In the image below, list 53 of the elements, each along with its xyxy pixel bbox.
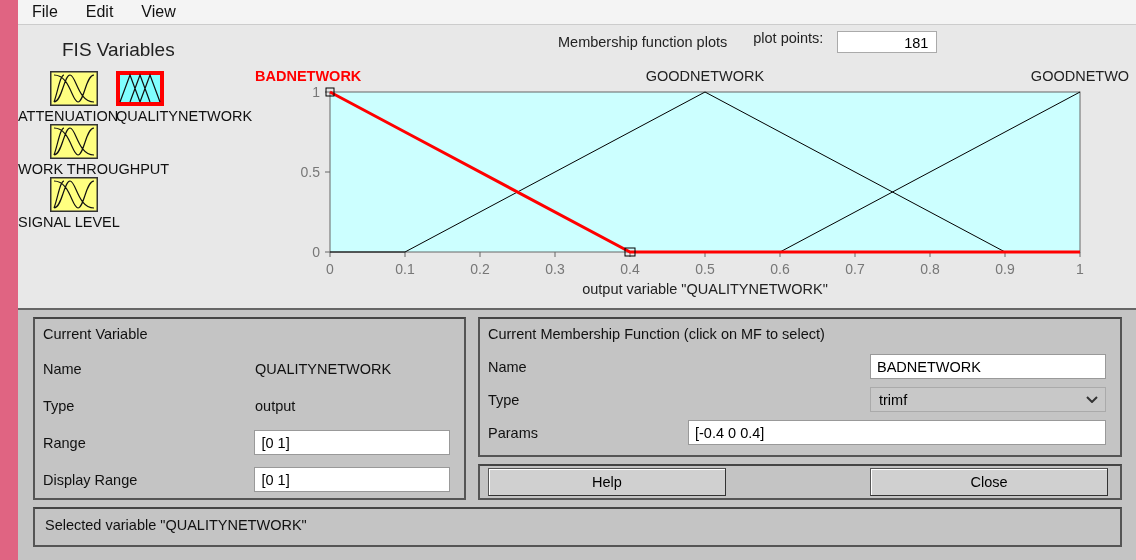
menu-item[interactable]: View [141, 3, 176, 21]
input-field[interactable]: BADNETWORK [870, 354, 1106, 379]
variable-label: QUALITYNETWORK [116, 108, 253, 124]
variable-label: WORK THROUGHPUT [18, 161, 170, 177]
y-tick-label: 0.5 [300, 164, 320, 180]
input-field[interactable]: [-0.4 0 0.4] [688, 420, 1106, 445]
x-axis-label: output variable "QUALITYNETWORK" [582, 281, 828, 297]
field-label: Name [488, 358, 528, 375]
plot-title: Membership function plots [558, 34, 728, 50]
field-label: Range [43, 434, 87, 451]
membership-label: GOODNETWO [1030, 68, 1130, 84]
menu-item[interactable]: File [32, 3, 58, 21]
group-title: Current Membership Function (click on MF to select) [488, 326, 825, 342]
y-tick-label: 0 [312, 244, 320, 260]
variable-icon[interactable] [50, 177, 98, 212]
group-title: Current Variable [43, 326, 148, 342]
input-field[interactable]: [0 1] [254, 430, 450, 455]
membership-curve[interactable] [779, 91, 1081, 253]
type-dropdown[interactable]: trimf [870, 387, 1106, 412]
field-label: Display Range [43, 471, 139, 488]
panel-title: FIS Variables [62, 39, 175, 61]
input-field[interactable]: [0 1] [254, 467, 450, 492]
y-tick-label: 1 [312, 84, 320, 100]
field-label: Type [488, 391, 521, 408]
x-tick-label: 0 [326, 261, 334, 277]
x-tick-label: 0.1 [395, 261, 415, 277]
x-tick-label: 0.7 [845, 261, 865, 277]
field-label: Params [488, 424, 539, 441]
x-tick-label: 0.4 [620, 261, 640, 277]
x-tick-label: 0.5 [695, 261, 715, 277]
field-label: Name [43, 360, 83, 377]
field-value: QUALITYNETWORK [255, 360, 392, 377]
selected-variable-icon[interactable] [116, 71, 164, 106]
status-text: Selected variable "QUALITYNETWORK" [45, 517, 307, 533]
membership-label: BADNETWORK [255, 68, 362, 84]
dialog-button[interactable]: Close [870, 468, 1108, 496]
field-label: Type [43, 397, 76, 414]
chevron-down-icon [1086, 396, 1098, 403]
menu-item[interactable]: Edit [85, 3, 114, 21]
x-tick-label: 0.2 [470, 261, 490, 277]
dialog-button[interactable]: Help [488, 468, 726, 496]
x-tick-label: 0.9 [995, 261, 1015, 277]
variable-icon[interactable] [50, 71, 98, 106]
membership-label: GOODNETWORK [645, 68, 765, 84]
plot-points-label: plot points: [753, 30, 824, 46]
field-value: output [255, 397, 296, 414]
variable-icon[interactable] [50, 124, 98, 159]
x-tick-label: 0.3 [545, 261, 565, 277]
x-tick-label: 0.8 [920, 261, 940, 277]
x-tick-label: 0.6 [770, 261, 790, 277]
variable-label: SIGNAL LEVEL [18, 214, 120, 230]
x-tick-label: 1 [1076, 261, 1084, 277]
plot-points-field[interactable]: 181 [837, 31, 938, 53]
